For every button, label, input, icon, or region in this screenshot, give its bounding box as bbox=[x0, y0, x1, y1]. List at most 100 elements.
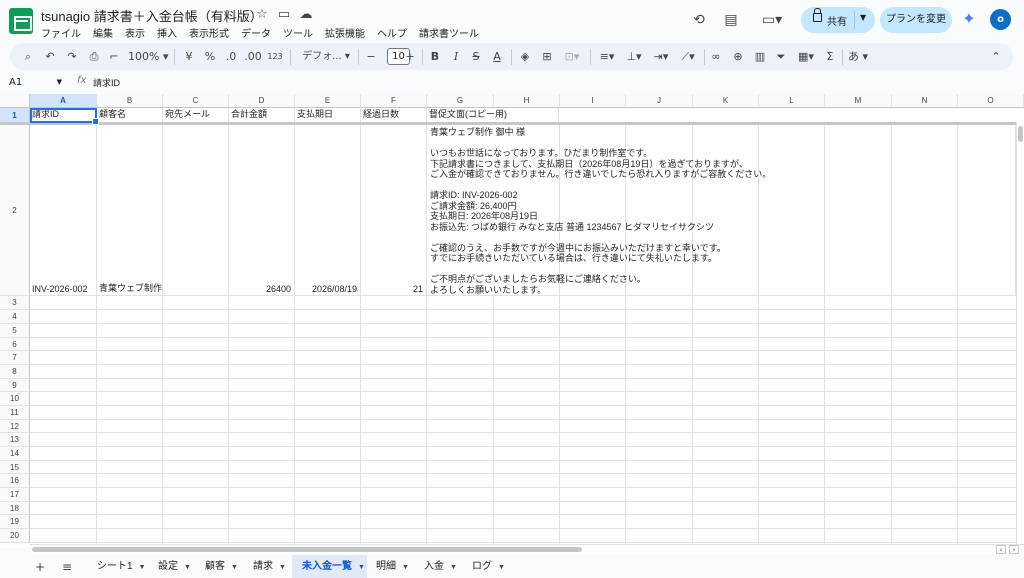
sheets-logo-icon[interactable] bbox=[9, 8, 33, 34]
print-icon[interactable]: ⎙ bbox=[86, 48, 102, 65]
bold-button[interactable]: B bbox=[428, 48, 442, 65]
row-header-14[interactable]: 14 bbox=[0, 447, 30, 461]
currency-format-button[interactable]: ¥ bbox=[182, 48, 196, 65]
move-folder-icon[interactable]: ▭ bbox=[276, 7, 292, 23]
vertical-align-icon[interactable]: ⊥▾ bbox=[622, 48, 646, 65]
select-all-corner[interactable] bbox=[0, 94, 30, 108]
scroll-left-icon[interactable]: ‹ bbox=[996, 545, 1006, 554]
menu-help[interactable]: ヘルプ bbox=[377, 25, 407, 40]
row-header-9[interactable]: 9 bbox=[0, 379, 30, 392]
column-header-f[interactable]: F bbox=[361, 94, 427, 108]
avatar[interactable]: o bbox=[990, 9, 1011, 30]
column-header-i[interactable]: I bbox=[560, 94, 626, 108]
scroll-right-icon[interactable]: › bbox=[1009, 545, 1019, 554]
cell-c1[interactable]: 宛先メール bbox=[163, 108, 229, 123]
menu-format[interactable]: 表示形式 bbox=[189, 25, 229, 40]
tab-sheet1[interactable]: シート1 ▼ bbox=[87, 555, 147, 578]
meet-video-icon[interactable]: ▭▾ bbox=[758, 10, 786, 30]
row-header-1[interactable]: 1 bbox=[0, 108, 30, 123]
column-header-b[interactable]: B bbox=[97, 94, 163, 108]
chevron-down-icon[interactable]: ▼ bbox=[358, 564, 365, 571]
chevron-down-icon[interactable]: ▼ bbox=[57, 74, 62, 91]
insert-chart-icon[interactable]: ▥ bbox=[752, 48, 768, 65]
chevron-down-icon[interactable]: ▼ bbox=[279, 564, 286, 571]
menu-edit[interactable]: 編集 bbox=[93, 25, 113, 40]
cell-e2[interactable]: 2026/08/19 bbox=[295, 125, 361, 296]
chevron-down-icon[interactable]: ▼ bbox=[139, 564, 146, 571]
tab-payments[interactable]: 入金 ▼ bbox=[414, 555, 460, 578]
tab-customers[interactable]: 顧客 ▼ bbox=[195, 555, 241, 578]
filter-icon[interactable]: ⏷ bbox=[773, 48, 789, 65]
row-header-6[interactable]: 6 bbox=[0, 338, 30, 351]
row-header-3[interactable]: 3 bbox=[0, 296, 30, 310]
horizontal-align-icon[interactable]: ≡▾ bbox=[595, 48, 619, 65]
row-header-5[interactable]: 5 bbox=[0, 324, 30, 338]
column-header-d[interactable]: D bbox=[229, 94, 295, 108]
column-header-m[interactable]: M bbox=[825, 94, 892, 108]
row-header-20[interactable]: 20 bbox=[0, 529, 30, 543]
row-header-7[interactable]: 7 bbox=[0, 351, 30, 365]
tab-unpaid-list[interactable]: 未入金一覧 ▼ bbox=[292, 555, 367, 578]
row-header-2[interactable]: 2 bbox=[0, 125, 30, 296]
font-size-decrease-button[interactable]: − bbox=[364, 48, 378, 65]
cell-d1[interactable]: 合計金額 bbox=[229, 108, 295, 123]
gemini-icon[interactable]: ✦ bbox=[960, 10, 978, 28]
zoom-select[interactable]: 100% ▾ bbox=[128, 48, 168, 65]
cloud-status-icon[interactable]: ☁ bbox=[298, 7, 314, 23]
cell-o2[interactable] bbox=[958, 125, 1016, 296]
chevron-down-icon[interactable]: ▼ bbox=[231, 564, 238, 571]
cell-m2[interactable] bbox=[825, 125, 892, 296]
tab-details[interactable]: 明細 ▼ bbox=[366, 555, 412, 578]
column-header-l[interactable]: L bbox=[759, 94, 825, 108]
fill-color-icon[interactable]: ◈ bbox=[517, 48, 533, 65]
menu-data[interactable]: データ bbox=[241, 25, 271, 40]
tab-log[interactable]: ログ ▼ bbox=[462, 555, 508, 578]
column-header-n[interactable]: N bbox=[892, 94, 958, 108]
text-color-button[interactable]: A bbox=[490, 48, 504, 65]
merge-cells-icon[interactable]: ⊡▾ bbox=[560, 48, 584, 65]
column-header-k[interactable]: K bbox=[693, 94, 759, 108]
row-header-19[interactable]: 19 bbox=[0, 515, 30, 529]
collapse-toolbar-icon[interactable]: ⌃ bbox=[988, 48, 1004, 65]
menu-view[interactable]: 表示 bbox=[125, 25, 145, 40]
cell-a2[interactable]: INV-2026-002 bbox=[30, 125, 97, 296]
chevron-down-icon[interactable]: ▼ bbox=[184, 564, 191, 571]
cell-g1[interactable]: 督促文面(コピー用) bbox=[427, 108, 559, 123]
share-button[interactable]: 共有 ▼ bbox=[801, 7, 875, 33]
row-header-13[interactable]: 13 bbox=[0, 433, 30, 447]
formula-input[interactable]: 請求ID bbox=[93, 76, 120, 89]
menu-extensions[interactable]: 拡張機能 bbox=[325, 25, 365, 40]
decrease-decimal-button[interactable]: .0 bbox=[223, 48, 239, 65]
font-size-increase-button[interactable]: + bbox=[403, 48, 417, 65]
horizontal-scrollbar[interactable]: ‹ › bbox=[30, 544, 1024, 554]
row-header-10[interactable]: 10 bbox=[0, 392, 30, 406]
functions-icon[interactable]: Σ bbox=[822, 48, 838, 65]
sheet-grid[interactable]: A B C D E F G H I J K L M N O 1 2 3 4 5 … bbox=[0, 94, 1024, 548]
increase-decimal-button[interactable]: .00 bbox=[244, 48, 262, 65]
column-header-c[interactable]: C bbox=[163, 94, 229, 108]
column-header-e[interactable]: E bbox=[295, 94, 361, 108]
text-rotation-icon[interactable]: ⟋▾ bbox=[676, 48, 700, 65]
font-family-select[interactable]: デフォ... ▾ bbox=[298, 48, 354, 65]
cell-b1[interactable]: 顧客名 bbox=[97, 108, 163, 123]
column-header-g[interactable]: G bbox=[427, 94, 494, 108]
cell-b2[interactable]: 青葉ウェブ制作 bbox=[97, 125, 163, 296]
search-menus-icon[interactable]: ⌕ bbox=[20, 48, 36, 65]
tab-invoices[interactable]: 請求 ▼ bbox=[243, 555, 289, 578]
cell-c2[interactable] bbox=[163, 125, 229, 296]
undo-icon[interactable]: ↶ bbox=[42, 48, 58, 65]
filter-views-icon[interactable]: ▦▾ bbox=[793, 48, 819, 65]
document-title[interactable]: tsunagio 請求書＋入金台帳（有料版） bbox=[41, 6, 263, 25]
borders-icon[interactable]: ⊞ bbox=[539, 48, 555, 65]
input-tools-button[interactable]: あ ▾ bbox=[846, 48, 870, 65]
menu-tools[interactable]: ツール bbox=[283, 25, 313, 40]
row-header-4[interactable]: 4 bbox=[0, 310, 30, 324]
column-header-h[interactable]: H bbox=[494, 94, 560, 108]
vertical-scrollbar[interactable] bbox=[1016, 122, 1024, 548]
redo-icon[interactable]: ↷ bbox=[64, 48, 80, 65]
column-header-o[interactable]: O bbox=[958, 94, 1024, 108]
insert-comment-icon[interactable]: ⊕ bbox=[730, 48, 746, 65]
menu-file[interactable]: ファイル bbox=[41, 25, 81, 40]
chevron-down-icon[interactable]: ▼ bbox=[450, 564, 457, 571]
insert-link-icon[interactable]: ∞ bbox=[708, 48, 724, 65]
